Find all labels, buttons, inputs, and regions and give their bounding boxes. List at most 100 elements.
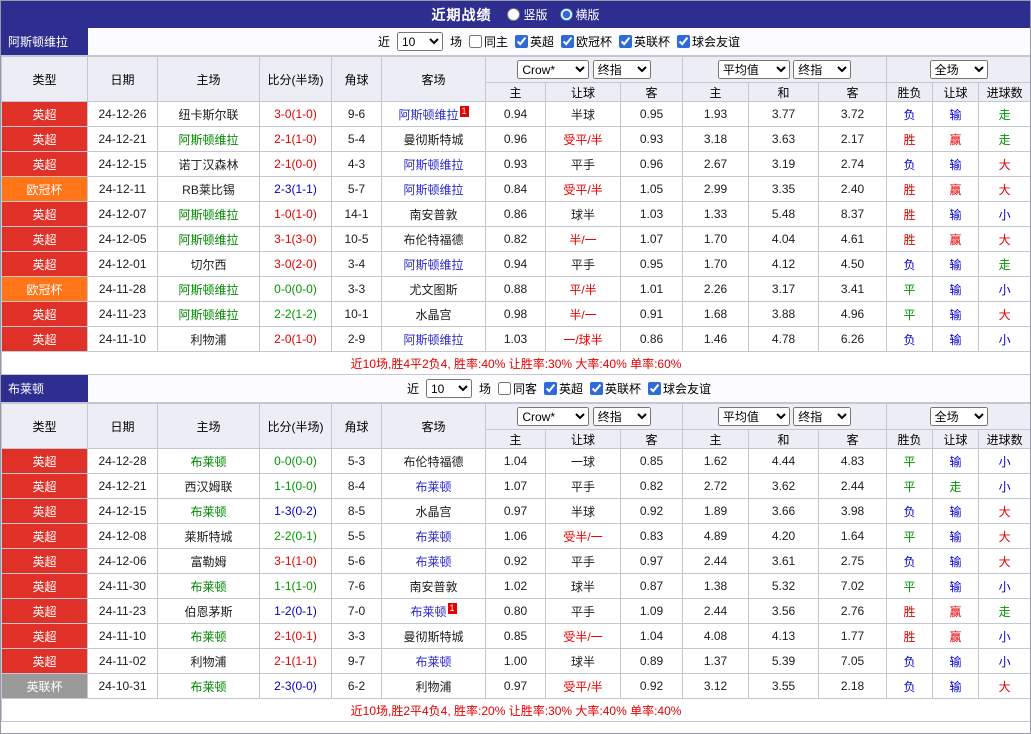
odds-source-select[interactable]: Crow*: [517, 407, 590, 426]
home-team-name[interactable]: 布莱顿: [190, 455, 226, 469]
home-team-name[interactable]: 阿斯顿维拉: [178, 283, 238, 297]
view-option-1[interactable]: 横版: [559, 6, 600, 23]
same-venue-filter[interactable]: 同客: [497, 380, 537, 397]
scope-select[interactable]: 全场: [929, 407, 988, 426]
home-team-name[interactable]: 布莱顿: [190, 680, 226, 694]
league-filter-checkbox[interactable]: [561, 35, 574, 48]
result-handicap: 输: [932, 201, 980, 227]
away-team-name[interactable]: 阿斯顿维拉: [403, 333, 463, 347]
result-win-loss: 负: [886, 548, 934, 574]
avg-away-odds: 7.02: [818, 573, 888, 599]
avg-home-odds: 3.18: [682, 126, 750, 152]
away-team-name[interactable]: 阿斯顿维拉: [398, 108, 458, 122]
avg-draw-odds: 4.12: [748, 251, 820, 277]
away-team-name[interactable]: 布莱顿: [415, 480, 451, 494]
home-team-name[interactable]: 阿斯顿维拉: [178, 233, 238, 247]
league-filter-checkbox[interactable]: [544, 382, 557, 395]
result-win-loss: 平: [886, 448, 934, 474]
score-text: 1-3(0-2): [274, 504, 317, 518]
avg-time-select[interactable]: 终指: [793, 407, 852, 426]
league-filter-checkbox[interactable]: [648, 382, 662, 395]
handicap: 半球: [545, 498, 621, 524]
match-count-select[interactable]: 10: [425, 379, 472, 398]
home-team-name[interactable]: 布莱顿: [190, 505, 226, 519]
score-cell: 3-1(1-0): [259, 548, 332, 574]
avg-draw-odds: 4.04: [748, 226, 820, 252]
away-team-name[interactable]: 布莱顿: [415, 530, 451, 544]
odds-away: 0.91: [619, 301, 684, 327]
sub-col-header-2: 客: [619, 82, 684, 102]
odds-time-select[interactable]: 终指: [592, 407, 651, 426]
league-filter[interactable]: 球会友谊: [677, 33, 740, 50]
result-goals: 大: [978, 523, 1030, 549]
odds-home: 0.85: [485, 623, 546, 649]
same-venue-checkbox[interactable]: [468, 35, 482, 48]
handicap: 受半/一: [545, 623, 621, 649]
away-team-name[interactable]: 阿斯顿维拉: [403, 158, 463, 172]
score-cell: 2-3(0-0): [259, 673, 332, 699]
match-date: 24-12-07: [87, 201, 158, 227]
result-goals: 小: [978, 648, 1030, 674]
same-venue-checkbox[interactable]: [497, 382, 511, 395]
red-card-badge: 1: [447, 602, 457, 614]
away-team-name[interactable]: 布莱顿: [415, 555, 451, 569]
view-option-0[interactable]: 竖版: [507, 6, 548, 23]
match-date: 24-11-10: [87, 326, 158, 352]
league-filter[interactable]: 英超: [514, 33, 554, 50]
avg-away-odds: 4.61: [818, 226, 888, 252]
score-text: 2-1(0-1): [274, 629, 317, 643]
scope-group-header: 全场: [886, 56, 1030, 83]
avg-home-odds: 2.99: [682, 176, 750, 202]
odds-time-select[interactable]: 终指: [592, 60, 651, 79]
away-team-cell: 阿斯顿维拉: [381, 176, 486, 202]
away-team-name: 尤文图斯: [409, 282, 458, 297]
score-cell: 2-2(0-1): [259, 523, 332, 549]
home-team-name[interactable]: 布莱顿: [190, 580, 226, 594]
league-filter[interactable]: 英联杯: [619, 33, 670, 50]
score-cell: 1-1(1-0): [259, 573, 332, 599]
away-team-cell: 布莱顿: [381, 523, 486, 549]
league-filter-label: 英联杯: [605, 382, 642, 396]
away-team-name[interactable]: 布莱顿: [410, 605, 446, 619]
league-filter[interactable]: 英超: [544, 380, 583, 397]
score-text: 1-2(0-1): [274, 604, 317, 618]
odds-home: 1.02: [485, 573, 546, 599]
league-filter-checkbox[interactable]: [514, 35, 528, 48]
home-team-cell: 莱斯特城: [157, 523, 260, 549]
avg-home-odds: 4.89: [682, 523, 750, 549]
view-radio-icon[interactable]: [559, 8, 573, 21]
handicap: 受半/一: [545, 523, 621, 549]
away-team-name[interactable]: 布莱顿: [415, 655, 451, 669]
league-filter-checkbox[interactable]: [590, 382, 604, 395]
match-count-select[interactable]: 10: [396, 32, 443, 51]
avg-away-odds: 1.77: [818, 623, 888, 649]
col-header-home: 主场: [157, 56, 260, 102]
away-team-cell: 布莱顿: [381, 548, 486, 574]
page-title: 近期战绩: [431, 6, 492, 23]
league-filter-checkbox[interactable]: [677, 35, 691, 48]
home-team-name[interactable]: 阿斯顿维拉: [178, 308, 238, 322]
view-radio-icon[interactable]: [507, 8, 521, 21]
league-filter-checkbox[interactable]: [619, 35, 633, 48]
odds-source-select[interactable]: Crow*: [517, 60, 590, 79]
away-team-name[interactable]: 阿斯顿维拉: [403, 183, 463, 197]
handicap: 球半: [545, 648, 621, 674]
league-filter[interactable]: 英联杯: [590, 380, 641, 397]
avg-away-odds: 1.64: [818, 523, 888, 549]
league-filter[interactable]: 球会友谊: [648, 380, 711, 397]
handicap: 一球: [545, 448, 621, 474]
same-venue-filter[interactable]: 同主: [468, 33, 508, 50]
avg-source-select[interactable]: 平均值: [717, 407, 790, 426]
home-team-name[interactable]: 布莱顿: [190, 630, 226, 644]
avg-source-select[interactable]: 平均值: [717, 60, 790, 79]
scope-select[interactable]: 全场: [929, 60, 988, 79]
home-team-cell: 阿斯顿维拉: [157, 276, 260, 302]
home-team-name[interactable]: 阿斯顿维拉: [178, 133, 238, 147]
away-team-name: 布伦特福德: [403, 454, 464, 469]
sub-col-header-5: 客: [818, 429, 888, 449]
home-team-name[interactable]: 阿斯顿维拉: [178, 208, 238, 222]
avg-time-select[interactable]: 终指: [793, 60, 852, 79]
avg-away-odds: 6.26: [818, 326, 888, 352]
league-filter[interactable]: 欧冠杯: [561, 33, 612, 50]
away-team-name[interactable]: 阿斯顿维拉: [403, 258, 463, 272]
